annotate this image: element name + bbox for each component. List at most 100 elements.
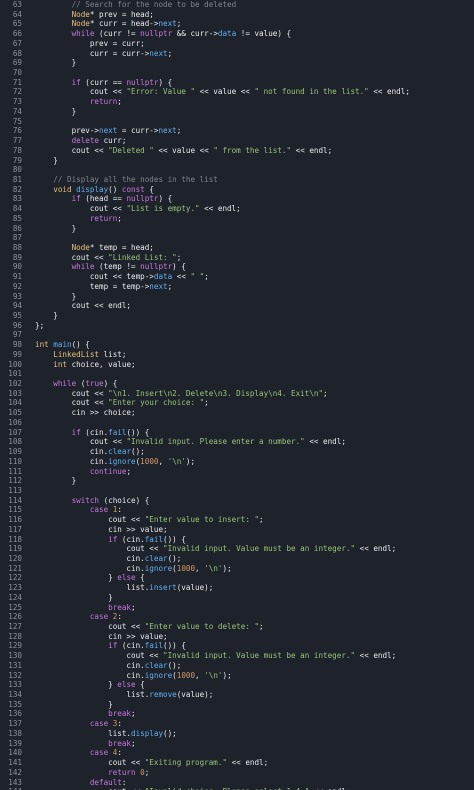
code-line[interactable]: 93 } — [0, 292, 474, 302]
code-line[interactable]: 75 — [0, 117, 474, 127]
code-line[interactable]: 142 return 0; — [0, 768, 474, 778]
code-line[interactable]: 81 // Display all the nodes in the list — [0, 175, 474, 185]
code-line[interactable]: 102 while (true) { — [0, 379, 474, 389]
code-line[interactable]: 104 cout << "Enter your choice: "; — [0, 398, 474, 408]
code-token: else — [117, 680, 136, 690]
code-line[interactable]: 136 break; — [0, 709, 474, 719]
code-line[interactable]: 135 } — [0, 700, 474, 710]
code-line[interactable]: 123 list.insert(value); — [0, 583, 474, 593]
code-line[interactable]: 115 case 1: — [0, 505, 474, 515]
code-line[interactable]: 71 if (curr == nullptr) { — [0, 78, 474, 88]
code-line[interactable]: 96}; — [0, 321, 474, 331]
line-number: 136 — [8, 709, 22, 719]
code-line[interactable]: 101 — [0, 369, 474, 379]
code-line[interactable]: 112 } — [0, 476, 474, 486]
code-line[interactable]: 77 delete curr; — [0, 136, 474, 146]
code-line[interactable]: 74 } — [0, 107, 474, 117]
code-line[interactable]: 113 — [0, 486, 474, 496]
code-line[interactable]: 78 cout << "Deleted " << value << " from… — [0, 146, 474, 156]
code-token: LinkedList — [35, 349, 100, 359]
code-line[interactable]: 141 cout << "Exiting program." << endl; — [0, 758, 474, 768]
code-line[interactable]: 69 } — [0, 58, 474, 68]
code-line[interactable]: 92 temp = temp->next; — [0, 282, 474, 292]
code-token: ()) { — [126, 427, 150, 437]
code-text: Node* prev = head; — [22, 10, 154, 20]
code-line[interactable]: 139 break; — [0, 739, 474, 749]
code-line[interactable]: 134 list.remove(value); — [0, 690, 474, 700]
code-line[interactable]: 133 } else { — [0, 680, 474, 690]
code-line[interactable]: 110 cin.ignore(1000, '\n'); — [0, 457, 474, 467]
code-line[interactable]: 90 while (temp != nullptr) { — [0, 262, 474, 272]
code-line[interactable]: 109 cin.clear(); — [0, 447, 474, 457]
code-line[interactable]: 64 Node* prev = head; — [0, 10, 474, 20]
code-line[interactable]: 85 return; — [0, 214, 474, 224]
code-line[interactable]: 88 Node* temp = head; — [0, 243, 474, 253]
code-line[interactable]: 67 prev = curr; — [0, 39, 474, 49]
code-line[interactable]: 128 cin >> value; — [0, 632, 474, 642]
code-token: return — [35, 97, 118, 107]
code-line[interactable]: 68 curr = curr->next; — [0, 49, 474, 59]
code-line[interactable]: 125 break; — [0, 603, 474, 613]
code-line[interactable]: 86 } — [0, 224, 474, 234]
code-line[interactable]: 122 } else { — [0, 573, 474, 583]
code-line[interactable]: 103 cout << "\n1. Insert\n2. Delete\n3. … — [0, 389, 474, 399]
code-line[interactable]: 118 if (cin.fail()) { — [0, 535, 474, 545]
code-line[interactable]: 127 cout << "Enter value to delete: "; — [0, 622, 474, 632]
code-line[interactable]: 138 list.display(); — [0, 729, 474, 739]
code-line[interactable]: 116 cout << "Enter value to insert: "; — [0, 515, 474, 525]
code-line[interactable]: 131 cin.clear(); — [0, 661, 474, 671]
code-line[interactable]: 97 — [0, 330, 474, 340]
code-line[interactable]: 65 Node* curr = head->next; — [0, 19, 474, 29]
code-editor[interactable]: 63 // Search for the node to be deleted 6… — [0, 0, 474, 790]
code-line[interactable]: 140 case 4: — [0, 748, 474, 758]
code-line[interactable]: 89 cout << "Linked List: "; — [0, 253, 474, 263]
code-line[interactable]: 73 return; — [0, 97, 474, 107]
code-line[interactable]: 84 cout << "List is empty." << endl; — [0, 204, 474, 214]
code-line[interactable]: 98 int main() { — [0, 340, 474, 350]
code-line[interactable]: 132 cin.ignore(1000, '\n'); — [0, 671, 474, 681]
line-number: 138 — [8, 728, 22, 738]
code-line[interactable]: 66 while (curr != nullptr && curr->data … — [0, 29, 474, 39]
code-text: prev->next = curr->next; — [22, 126, 182, 136]
code-line[interactable]: 106 — [0, 418, 474, 428]
code-line[interactable]: 99 LinkedList list; — [0, 350, 474, 360]
code-line[interactable]: 126 case 2: — [0, 612, 474, 622]
code-token: next — [149, 48, 168, 58]
code-line[interactable]: 91 cout << temp->data << " "; — [0, 272, 474, 282]
code-line[interactable]: 63 // Search for the node to be deleted — [0, 0, 474, 10]
code-line[interactable]: 76 prev->next = curr->next; — [0, 126, 474, 136]
code-line[interactable]: 80 — [0, 165, 474, 175]
code-line[interactable]: 100 int choice, value; — [0, 360, 474, 370]
line-number: 109 — [8, 447, 22, 457]
code-line[interactable]: 111 continue; — [0, 467, 474, 477]
code-line[interactable]: 114 switch (choice) { — [0, 496, 474, 506]
line-number: 104 — [8, 398, 22, 408]
code-text: return; — [22, 214, 122, 224]
code-line[interactable]: 107 if (cin.fail()) { — [0, 428, 474, 438]
code-line[interactable]: 82 void display() const { — [0, 185, 474, 195]
code-token: << endl; — [291, 145, 333, 155]
code-line[interactable]: 120 cin.clear(); — [0, 554, 474, 564]
code-line[interactable]: 129 if (cin.fail()) { — [0, 641, 474, 651]
code-line[interactable]: 143 default: — [0, 778, 474, 788]
code-line[interactable]: 83 if (head == nullptr) { — [0, 194, 474, 204]
code-line[interactable]: 72 cout << "Error: Value " << value << "… — [0, 87, 474, 97]
code-line[interactable]: 94 cout << endl; — [0, 301, 474, 311]
code-line[interactable]: 105 cin >> choice; — [0, 408, 474, 418]
code-token: nullptr — [126, 77, 159, 87]
code-line[interactable]: 137 case 3: — [0, 719, 474, 729]
code-text: cout << "Linked List: "; — [22, 253, 182, 263]
code-line[interactable]: 121 cin.ignore(1000, '\n'); — [0, 564, 474, 574]
code-line[interactable]: 117 cin >> value; — [0, 525, 474, 535]
code-line[interactable]: 79 } — [0, 156, 474, 166]
code-text: return; — [22, 97, 122, 107]
code-line[interactable]: 119 cout << "Invalid input. Value must b… — [0, 544, 474, 554]
code-line[interactable]: 124 } — [0, 593, 474, 603]
code-line[interactable]: 108 cout << "Invalid input. Please enter… — [0, 437, 474, 447]
code-line[interactable]: 87 — [0, 233, 474, 243]
code-line[interactable]: 70 — [0, 68, 474, 78]
code-line[interactable]: 95 } — [0, 311, 474, 321]
code-line[interactable]: 130 cout << "Invalid input. Value must b… — [0, 651, 474, 661]
